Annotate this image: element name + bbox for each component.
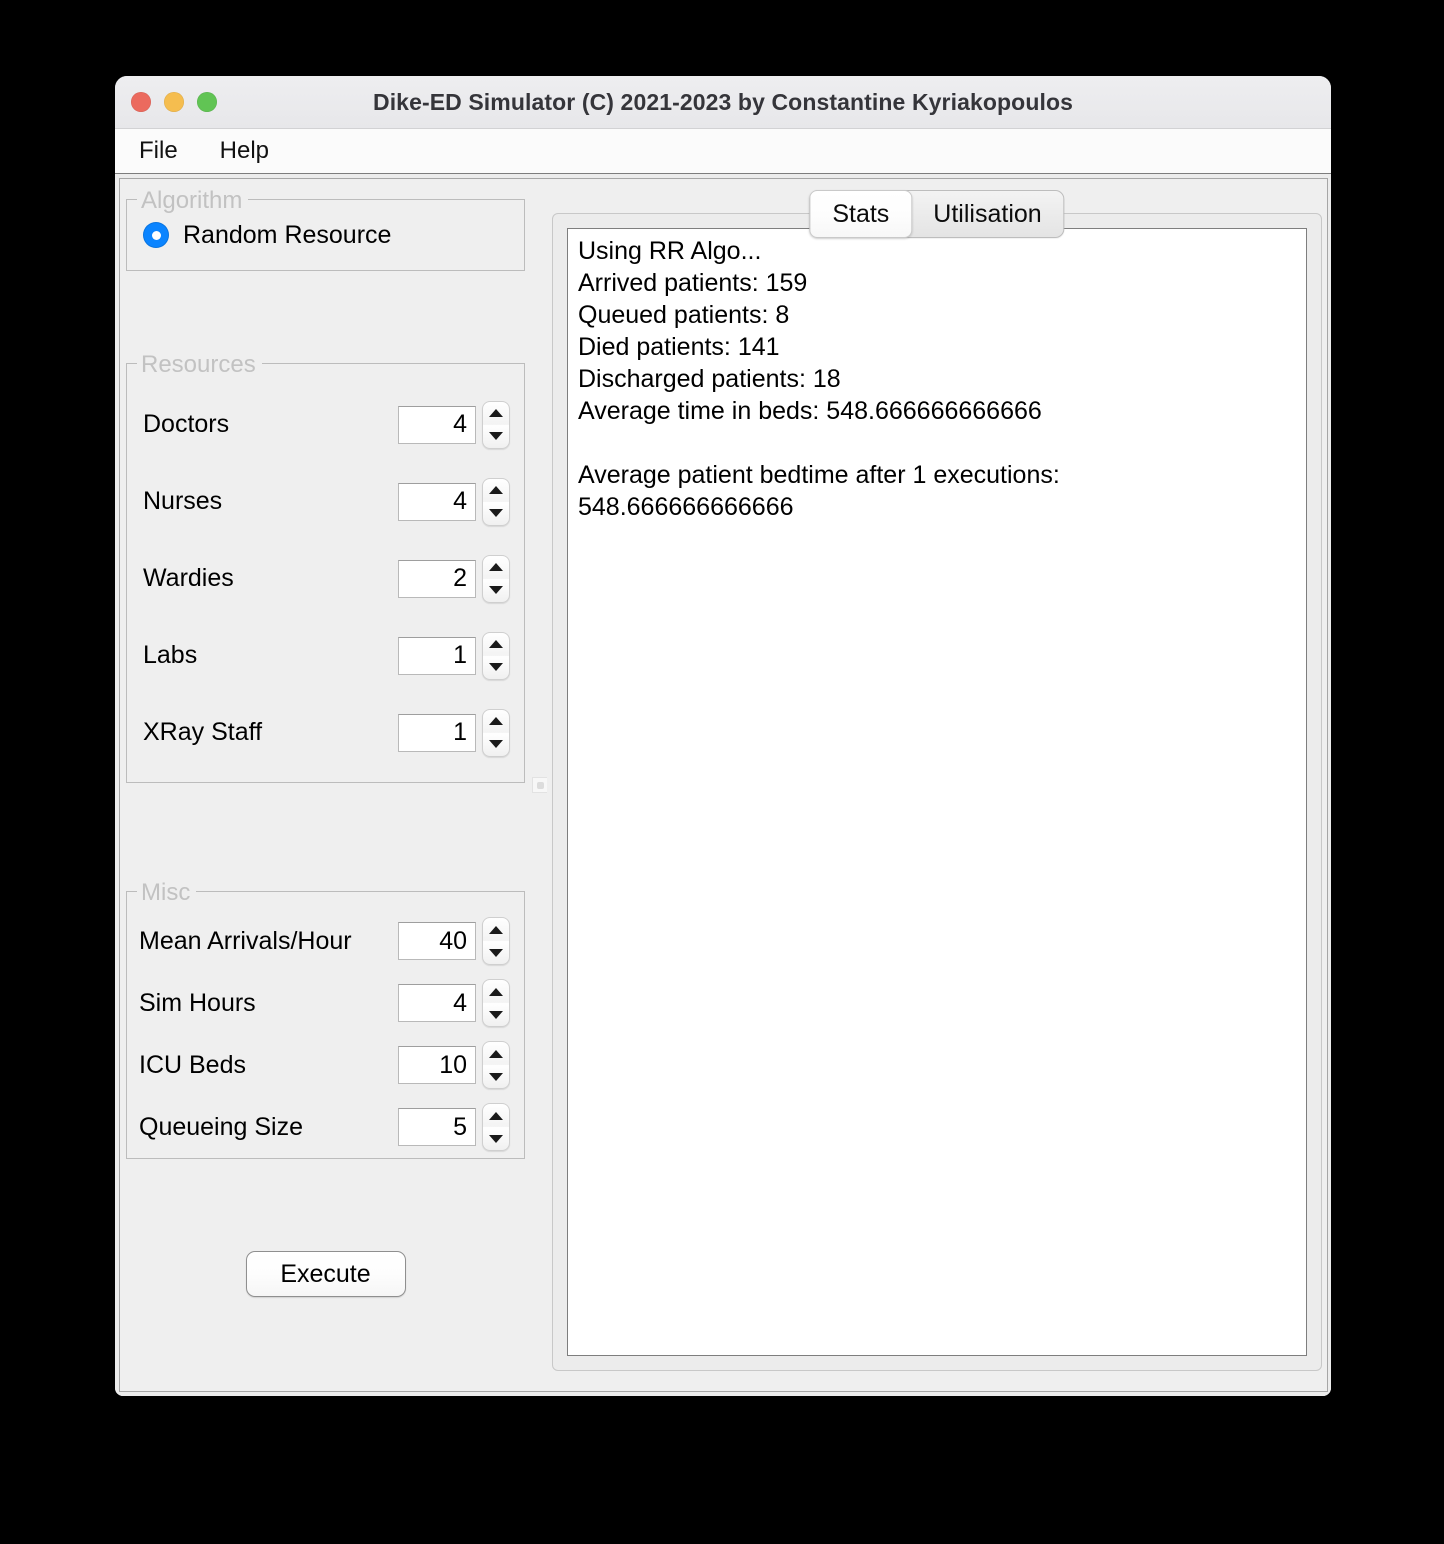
execute-button-row: Execute bbox=[120, 1251, 531, 1297]
field-nurses-label: Nurses bbox=[143, 487, 223, 515]
field-icu-beds-input[interactable]: 10 bbox=[398, 1046, 476, 1084]
field-doctors: Doctors 4 bbox=[127, 386, 524, 463]
chevron-up-icon[interactable] bbox=[489, 1049, 503, 1058]
configuration-panel: Algorithm Random Resource Resources Doct… bbox=[119, 178, 531, 1392]
split-pane-divider[interactable] bbox=[531, 178, 548, 1392]
field-labs-stepper[interactable] bbox=[482, 631, 510, 680]
radio-random-resource[interactable]: Random Resource bbox=[127, 221, 391, 250]
field-mean-arrivals-per-hour-input[interactable]: 40 bbox=[398, 922, 476, 960]
field-xray-staff-label: XRay Staff bbox=[143, 718, 263, 746]
field-xray-staff-stepper[interactable] bbox=[482, 708, 510, 757]
window-title: Dike-ED Simulator (C) 2021-2023 by Const… bbox=[372, 88, 1073, 115]
chevron-down-icon[interactable] bbox=[489, 948, 503, 957]
chevron-down-icon[interactable] bbox=[489, 509, 503, 517]
field-nurses-input[interactable]: 4 bbox=[398, 482, 476, 521]
menu-bar: File Help bbox=[115, 129, 1331, 174]
chevron-down-icon[interactable] bbox=[489, 1010, 503, 1019]
resources-group: Resources Doctors 4 Nurses 4 Wardies 2 L… bbox=[126, 351, 525, 783]
field-nurses: Nurses 4 bbox=[127, 463, 524, 540]
tab-content-stats: Using RR Algo... Arrived patients: 159 Q… bbox=[552, 213, 1322, 1371]
algorithm-group-title: Algorithm bbox=[137, 187, 249, 215]
field-queueing-size-stepper[interactable] bbox=[482, 1103, 510, 1151]
split-pane-divider-grip[interactable] bbox=[532, 777, 548, 793]
chevron-up-icon[interactable] bbox=[489, 486, 503, 494]
field-sim-hours: Sim Hours 4 bbox=[127, 972, 524, 1034]
results-panel: Stats Utilisation Using RR Algo... Arriv… bbox=[547, 178, 1328, 1392]
field-doctors-label: Doctors bbox=[143, 410, 230, 438]
stats-output-textarea[interactable]: Using RR Algo... Arrived patients: 159 Q… bbox=[567, 228, 1307, 1356]
panel-spacer bbox=[120, 783, 531, 891]
radio-random-resource-label: Random Resource bbox=[183, 220, 392, 249]
radio-selected-icon[interactable] bbox=[143, 222, 169, 248]
field-xray-staff: XRay Staff 1 bbox=[127, 694, 524, 771]
field-wardies-input[interactable]: 2 bbox=[398, 559, 476, 598]
tab-utilisation[interactable]: Utilisation bbox=[911, 191, 1063, 237]
field-queueing-size-input[interactable]: 5 bbox=[398, 1108, 476, 1146]
split-pane: Algorithm Random Resource Resources Doct… bbox=[115, 174, 1331, 1396]
misc-group-title: Misc bbox=[137, 879, 197, 907]
tab-stats[interactable]: Stats bbox=[809, 190, 913, 238]
field-labs-input[interactable]: 1 bbox=[398, 636, 476, 675]
field-labs: Labs 1 bbox=[127, 617, 524, 694]
field-icu-beds: ICU Beds 10 bbox=[127, 1034, 524, 1096]
field-doctors-input[interactable]: 4 bbox=[398, 405, 476, 444]
field-sim-hours-label: Sim Hours bbox=[139, 988, 256, 1017]
algorithm-group: Algorithm Random Resource bbox=[126, 187, 525, 271]
chevron-down-icon[interactable] bbox=[489, 432, 503, 440]
chevron-down-icon[interactable] bbox=[489, 586, 503, 594]
field-mean-arrivals-per-hour-stepper[interactable] bbox=[482, 917, 510, 965]
chevron-up-icon[interactable] bbox=[489, 409, 503, 417]
chevron-down-icon[interactable] bbox=[489, 740, 503, 748]
close-window-icon[interactable] bbox=[131, 92, 151, 112]
menu-item-help[interactable]: Help bbox=[216, 135, 273, 167]
field-sim-hours-stepper[interactable] bbox=[482, 979, 510, 1027]
field-labs-label: Labs bbox=[143, 641, 198, 669]
chevron-up-icon[interactable] bbox=[489, 925, 503, 934]
field-wardies-label: Wardies bbox=[143, 564, 234, 592]
chevron-up-icon[interactable] bbox=[489, 987, 503, 996]
chevron-up-icon[interactable] bbox=[489, 563, 503, 571]
field-wardies-stepper[interactable] bbox=[482, 554, 510, 603]
field-icu-beds-stepper[interactable] bbox=[482, 1041, 510, 1089]
field-queueing-size-label: Queueing Size bbox=[139, 1112, 304, 1141]
title-bar: Dike-ED Simulator (C) 2021-2023 by Const… bbox=[115, 76, 1331, 129]
chevron-down-icon[interactable] bbox=[489, 1134, 503, 1143]
chevron-down-icon[interactable] bbox=[489, 1072, 503, 1081]
field-sim-hours-input[interactable]: 4 bbox=[398, 984, 476, 1022]
chevron-up-icon[interactable] bbox=[489, 1111, 503, 1120]
field-doctors-stepper[interactable] bbox=[482, 400, 510, 449]
application-window: Dike-ED Simulator (C) 2021-2023 by Const… bbox=[115, 76, 1331, 1396]
minimize-window-icon[interactable] bbox=[164, 92, 184, 112]
field-queueing-size: Queueing Size 5 bbox=[127, 1096, 524, 1158]
zoom-window-icon[interactable] bbox=[197, 92, 217, 112]
execute-button[interactable]: Execute bbox=[245, 1251, 406, 1297]
field-nurses-stepper[interactable] bbox=[482, 477, 510, 526]
field-mean-arrivals-per-hour-label: Mean Arrivals/Hour bbox=[139, 926, 352, 955]
misc-group: Misc Mean Arrivals/Hour 40 Sim Hours 4 I… bbox=[126, 879, 525, 1159]
chevron-up-icon[interactable] bbox=[489, 717, 503, 725]
menu-item-file[interactable]: File bbox=[135, 135, 182, 167]
algorithm-spacer bbox=[120, 271, 531, 363]
resources-group-title: Resources bbox=[137, 351, 262, 379]
traffic-light-group bbox=[131, 92, 217, 112]
field-wardies: Wardies 2 bbox=[127, 540, 524, 617]
field-mean-arrivals-per-hour: Mean Arrivals/Hour 40 bbox=[127, 910, 524, 972]
tab-bar: Stats Utilisation bbox=[809, 190, 1065, 238]
chevron-up-icon[interactable] bbox=[489, 640, 503, 648]
field-xray-staff-input[interactable]: 1 bbox=[398, 713, 476, 752]
chevron-down-icon[interactable] bbox=[489, 663, 503, 671]
field-icu-beds-label: ICU Beds bbox=[139, 1050, 246, 1079]
